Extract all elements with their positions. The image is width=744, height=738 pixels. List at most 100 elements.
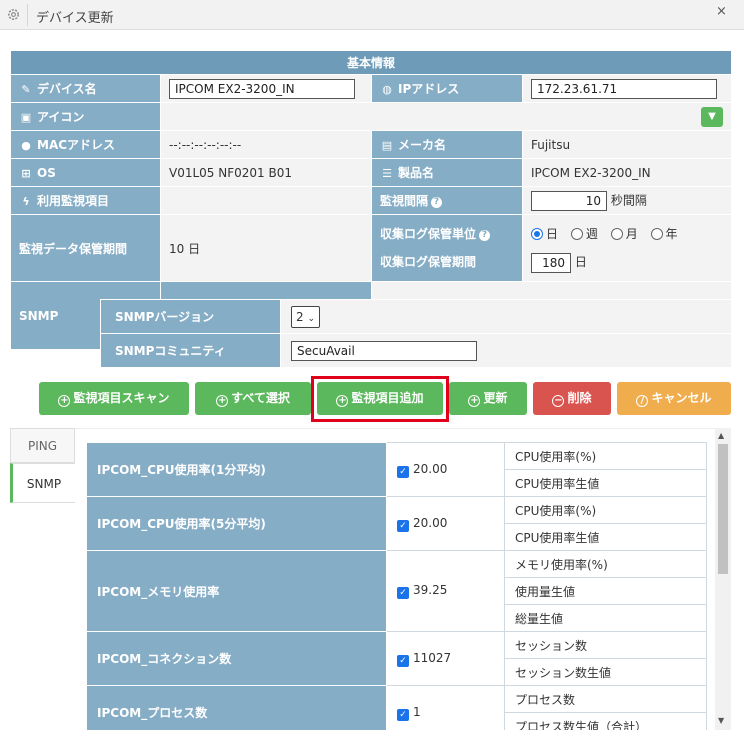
metric-value: 20.00 (413, 515, 448, 530)
help-icon[interactable]: ? (479, 230, 491, 241)
metric-checkbox[interactable]: ✓ (397, 654, 409, 667)
metric-value: 11027 (413, 650, 452, 665)
metric-sub-item: 総量生値 (504, 604, 707, 632)
metric-checkbox[interactable]: ✓ (397, 465, 409, 478)
device-name-input[interactable]: IPCOM EX2-3200_IN (169, 78, 355, 99)
gear-icon[interactable] (6, 7, 21, 22)
log-period-input[interactable]: 180 (531, 252, 571, 273)
radio-button[interactable] (610, 228, 623, 240)
snmp-version-label: SNMPバージョン (100, 299, 281, 334)
maker-value: Fujitsu (521, 130, 733, 159)
select-all-button[interactable]: + すべて選択 (195, 382, 311, 415)
network-icon: ● (21, 139, 31, 152)
plus-circle-icon: + (468, 395, 481, 407)
table-row: IPCOM_プロセス数 ✓ 1 プロセス数 (86, 685, 707, 730)
radio-button[interactable] (570, 228, 583, 240)
chevron-down-icon: ▼ (708, 110, 716, 122)
metric-name: IPCOM_コネクション数 (86, 631, 387, 686)
metric-name: IPCOM_CPU使用率(1分平均) (86, 442, 387, 497)
close-icon[interactable]: × (716, 4, 727, 19)
snmp-community-input[interactable]: SecuAvail (291, 340, 477, 361)
titlebar-divider (27, 4, 28, 26)
metric-value: 1 (413, 704, 421, 719)
basic-info-header: 基本情報 (9, 50, 733, 75)
help-icon[interactable]: ? (431, 197, 443, 208)
interval-input[interactable]: 10 (531, 190, 607, 211)
chevron-down-icon: ⌄ (307, 313, 316, 324)
log-unit-radio-group: 日 週 月 年 (531, 220, 723, 248)
table-row: IPCOM_メモリ使用率 ✓ 39.25 メモリ使用率(%) (86, 550, 707, 632)
os-label: ⊞ OS (10, 158, 161, 187)
icon-label: ▣ アイコン (10, 102, 161, 131)
metric-sub-item: セッション数 (504, 631, 707, 659)
radio-button[interactable] (531, 228, 543, 240)
interval-unit: 秒間隔 (610, 193, 647, 207)
scroll-up-icon[interactable]: ▲ (718, 431, 724, 440)
bolt-icon: ϟ (22, 195, 30, 208)
icon-dropdown-button[interactable]: ▼ (701, 106, 724, 127)
metric-sub-item: プロセス数生値（合計） (504, 712, 707, 730)
windows-icon: ⊞ (21, 166, 31, 180)
snmp-version-select[interactable]: 2 ⌄ (291, 305, 321, 328)
metric-sub-item: メモリ使用率(%) (504, 550, 707, 578)
scrollbar-thumb[interactable] (718, 444, 728, 574)
radio-month[interactable]: 月 (610, 227, 638, 241)
radio-day[interactable]: 日 (531, 227, 558, 241)
window-title: デバイス更新 (36, 11, 114, 26)
retention-value: 10 日 (160, 214, 372, 282)
metric-sub-item: CPU使用率(%) (504, 442, 707, 470)
delete-button[interactable]: − 削除 (533, 382, 611, 415)
radio-week[interactable]: 週 (570, 227, 598, 241)
product-value: IPCOM EX2-3200_IN (521, 158, 733, 187)
metric-sub-item: CPU使用率(%) (504, 496, 707, 524)
table-row: IPCOM_CPU使用率(1分平均) ✓ 20.00 CPU使用率(%) (86, 442, 707, 497)
highlight-box (311, 376, 449, 422)
list-icon: ☰ (382, 167, 392, 180)
metric-value: 39.25 (413, 583, 448, 597)
maker-label: ▤ メーカ名 (371, 130, 523, 159)
log-period-unit: 日 (574, 255, 587, 269)
edit-icon: ✎ (21, 83, 31, 96)
log-unit-label: 収集ログ保管単位? (380, 220, 514, 248)
scrollbar[interactable]: ▲ ▼ (715, 428, 731, 730)
metric-name: IPCOM_CPU使用率(5分平均) (86, 496, 387, 551)
tab-ping[interactable]: PING (10, 428, 75, 463)
metric-sub-item: 使用量生値 (504, 577, 707, 605)
table-row: IPCOM_コネクション数 ✓ 11027 セッション数 (86, 631, 707, 686)
metrics-panel: IPCOM_CPU使用率(1分平均) ✓ 20.00 CPU使用率(%) CPU使… (75, 428, 715, 730)
image-icon: ▣ (20, 111, 32, 124)
metric-checkbox[interactable]: ✓ (397, 587, 409, 599)
metrics-table: IPCOM_CPU使用率(1分平均) ✓ 20.00 CPU使用率(%) CPU使… (86, 442, 707, 730)
snmp-settings-table: SNMPバージョン 2 ⌄ SNMPコミュニティ SecuAvail (100, 299, 732, 368)
window-titlebar: デバイス更新 × (0, 0, 744, 30)
metric-checkbox[interactable]: ✓ (397, 519, 409, 532)
ban-icon: / (636, 395, 649, 407)
update-button[interactable]: + 更新 (449, 382, 527, 415)
scroll-down-icon[interactable]: ▼ (718, 716, 724, 725)
plus-circle-icon: + (58, 395, 71, 407)
plus-circle-icon: + (216, 395, 229, 407)
metric-sub-item: CPU使用率生値 (504, 469, 707, 497)
monitor-items-label: ϟ 利用監視項目 (10, 186, 161, 215)
metric-sub-item: セッション数生値 (504, 658, 707, 686)
os-value: V01L05 NF0201 B01 (160, 158, 372, 187)
radio-button[interactable] (650, 228, 663, 240)
metric-name: IPCOM_メモリ使用率 (86, 550, 387, 632)
ip-address-input[interactable]: 172.23.61.71 (531, 78, 717, 99)
scan-button[interactable]: + 監視項目スキャン (39, 382, 189, 415)
mac-address-value: --:--:--:--:--:-- (160, 130, 372, 159)
product-label: ☰ 製品名 (371, 158, 523, 187)
metric-name: IPCOM_プロセス数 (86, 685, 387, 730)
device-name-label: ✎ デバイス名 (10, 74, 161, 103)
cancel-button[interactable]: / キャンセル (617, 382, 731, 415)
tab-snmp[interactable]: SNMP (10, 463, 75, 503)
metric-sub-item: プロセス数 (504, 685, 707, 713)
protocol-tabs: PING SNMP (10, 428, 75, 503)
metric-checkbox[interactable]: ✓ (397, 708, 409, 721)
interval-label: 監視間隔? (371, 186, 523, 215)
monitor-items-value (160, 186, 372, 215)
log-period-label: 収集ログ保管期間 (380, 255, 477, 269)
globe-icon: ◍ (382, 83, 392, 96)
minus-circle-icon: − (552, 395, 565, 407)
radio-year[interactable]: 年 (650, 227, 678, 241)
